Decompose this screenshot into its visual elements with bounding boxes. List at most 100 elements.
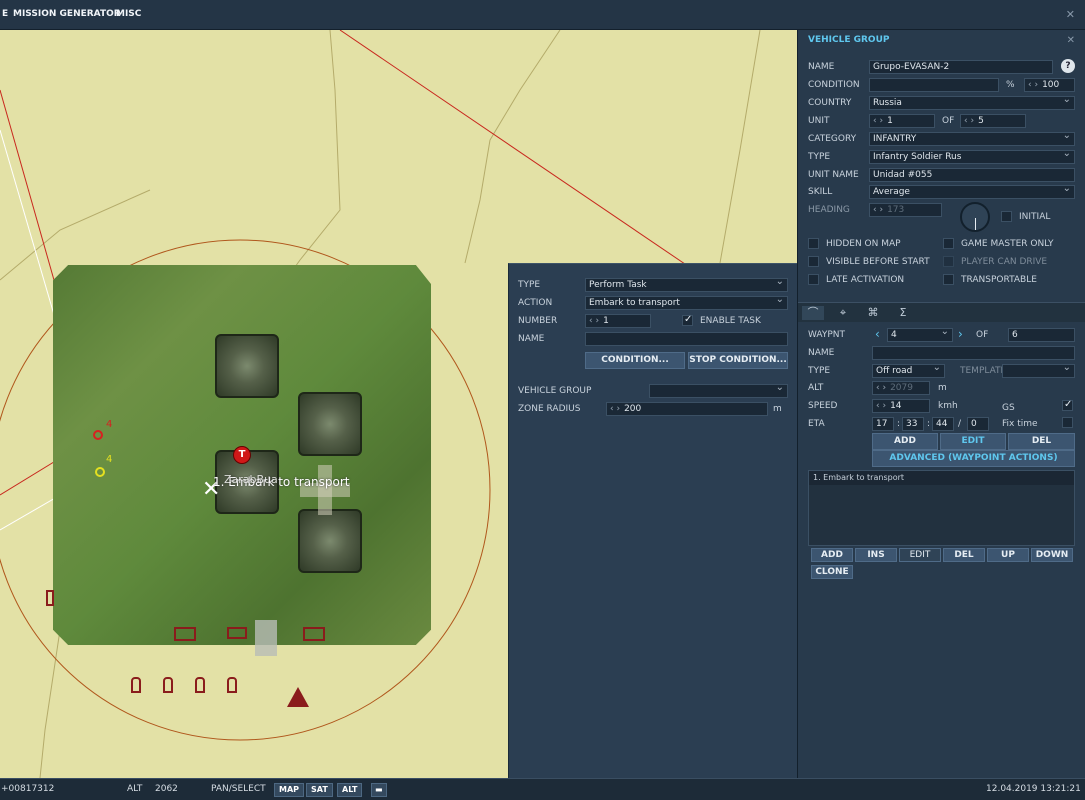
hidden-on-map-checkbox[interactable] bbox=[808, 238, 819, 249]
heading-value: 173 bbox=[887, 205, 905, 215]
waypoint-marker-yellow[interactable] bbox=[95, 467, 105, 477]
heading-dial[interactable] bbox=[960, 202, 990, 232]
list-item[interactable]: 1. Embark to transport bbox=[809, 471, 1074, 485]
hidden-on-map-label: HIDDEN ON MAP bbox=[826, 239, 901, 249]
category-select[interactable]: INFANTRY bbox=[869, 130, 1075, 146]
tab-payload-icon[interactable]: ⌘ bbox=[862, 306, 884, 320]
soldier-unit-icon[interactable] bbox=[195, 677, 205, 693]
player-can-drive-checkbox[interactable] bbox=[943, 256, 954, 267]
waypoint-add-button[interactable]: ADD bbox=[872, 433, 938, 450]
structure-icon bbox=[255, 620, 277, 656]
initial-checkbox[interactable] bbox=[1001, 211, 1012, 222]
action-del-button[interactable]: DEL bbox=[943, 548, 985, 562]
gs-checkbox[interactable] bbox=[1062, 399, 1073, 411]
vehicle-filter-icon[interactable]: ▬ bbox=[371, 783, 387, 797]
map-mode-button[interactable]: MAP bbox=[274, 783, 305, 797]
action-down-button[interactable]: DOWN bbox=[1031, 548, 1073, 562]
eta-hours[interactable]: 17 bbox=[872, 417, 894, 431]
fix-time-checkbox[interactable] bbox=[1062, 417, 1073, 428]
vehicle-group-select[interactable] bbox=[649, 382, 788, 398]
soldier-unit-icon[interactable] bbox=[163, 677, 173, 693]
transport-unit-icon[interactable]: T bbox=[233, 446, 251, 464]
action-edit-button[interactable]: EDIT bbox=[899, 548, 941, 562]
waypoint-del-button[interactable]: DEL bbox=[1008, 433, 1075, 450]
template-select[interactable] bbox=[1002, 362, 1075, 378]
tab-summary-icon[interactable]: Σ bbox=[892, 306, 914, 320]
advanced-waypoint-actions-button[interactable]: ADVANCED (WAYPOINT ACTIONS) bbox=[872, 450, 1075, 467]
panel-title: VEHICLE GROUP bbox=[808, 35, 890, 45]
zone-radius-label: ZONE RADIUS bbox=[518, 404, 581, 414]
type-select[interactable]: Infantry Soldier Rus bbox=[869, 148, 1075, 164]
alt-mode-button[interactable]: ALT bbox=[337, 783, 363, 797]
transportable-checkbox[interactable] bbox=[943, 274, 954, 285]
sam-unit-icon[interactable] bbox=[287, 687, 309, 707]
hardened-shelter bbox=[215, 334, 279, 398]
sat-mode-button[interactable]: SAT bbox=[306, 783, 333, 797]
stop-condition-button[interactable]: STOP CONDITION... bbox=[688, 352, 788, 369]
waypoint-type-label: TYPE bbox=[808, 366, 831, 376]
action-clone-button[interactable]: CLONE bbox=[811, 565, 853, 579]
speed-stepper[interactable]: ‹ › 14 bbox=[872, 399, 930, 413]
status-alt-value: 2062 bbox=[155, 784, 178, 794]
menu-item-mission-generator[interactable]: MISSION GENERATOR bbox=[13, 9, 121, 19]
zone-radius-stepper[interactable]: ‹ › 200 bbox=[606, 402, 768, 416]
task-panel: TYPE Perform Task ACTION Embark to trans… bbox=[508, 263, 797, 778]
skill-label: SKILL bbox=[808, 187, 833, 197]
eta-separator: / bbox=[958, 419, 962, 429]
visible-before-start-checkbox[interactable] bbox=[808, 256, 819, 267]
eta-days[interactable]: 0 bbox=[967, 417, 989, 431]
condition-input[interactable] bbox=[869, 78, 999, 92]
waypoint-select[interactable]: 4 bbox=[887, 326, 953, 342]
task-name-input[interactable] bbox=[585, 332, 788, 346]
action-up-button[interactable]: UP bbox=[987, 548, 1029, 562]
action-add-button[interactable]: ADD bbox=[811, 548, 853, 562]
unit-stepper[interactable]: ‹ › 1 bbox=[869, 114, 935, 128]
waypoint-marker-red[interactable] bbox=[93, 430, 103, 440]
soldier-unit-icon[interactable] bbox=[227, 677, 237, 693]
waypoint-number-yellow: 4 bbox=[106, 454, 113, 465]
late-activation-checkbox[interactable] bbox=[808, 274, 819, 285]
unit-icon[interactable] bbox=[46, 590, 54, 606]
enable-task-checkbox[interactable] bbox=[682, 314, 693, 326]
heading-stepper[interactable]: ‹ › 173 bbox=[869, 203, 942, 217]
task-action-select[interactable]: Embark to transport bbox=[585, 294, 788, 310]
help-icon[interactable]: ? bbox=[1061, 59, 1075, 73]
visible-before-start-label: VISIBLE BEFORE START bbox=[826, 257, 930, 267]
waypoint-type-select[interactable]: Off road bbox=[872, 362, 945, 378]
eta-minutes[interactable]: 33 bbox=[902, 417, 924, 431]
vehicle-group-label: VEHICLE GROUP bbox=[518, 386, 592, 396]
close-icon[interactable]: ✕ bbox=[1067, 35, 1075, 46]
waypoint-edit-button[interactable]: EDIT bbox=[940, 433, 1006, 450]
tab-route-icon[interactable]: ⌒ bbox=[802, 306, 824, 320]
player-can-drive-label: PLAYER CAN DRIVE bbox=[961, 257, 1048, 267]
group-name-input[interactable]: Grupo-EVASAN-2 bbox=[869, 60, 1053, 74]
country-label: COUNTRY bbox=[808, 98, 852, 108]
speed-label: SPEED bbox=[808, 401, 838, 411]
eta-seconds[interactable]: 44 bbox=[932, 417, 954, 431]
vehicle-unit-icon[interactable] bbox=[303, 627, 325, 641]
condition-stepper[interactable]: ‹ › 100 bbox=[1024, 78, 1075, 92]
condition-button[interactable]: CONDITION... bbox=[585, 352, 685, 369]
menu-item-misc[interactable]: MISC bbox=[116, 9, 141, 19]
menu-item-e[interactable]: E bbox=[2, 9, 8, 19]
game-master-only-checkbox[interactable] bbox=[943, 238, 954, 249]
unit-total-stepper[interactable]: ‹ › 5 bbox=[960, 114, 1026, 128]
action-ins-button[interactable]: INS bbox=[855, 548, 897, 562]
task-type-select[interactable]: Perform Task bbox=[585, 276, 788, 292]
tab-target-icon[interactable]: ⌖ bbox=[832, 306, 854, 320]
prev-waypoint-icon[interactable]: ‹ bbox=[875, 327, 880, 341]
next-waypoint-icon[interactable]: › bbox=[958, 327, 963, 341]
unit-name-input[interactable]: Unidad #055 bbox=[869, 168, 1075, 182]
waypoint-name-input[interactable] bbox=[872, 346, 1075, 360]
vehicle-unit-icon[interactable] bbox=[174, 627, 196, 641]
alt-stepper[interactable]: ‹ › 2079 bbox=[872, 381, 930, 395]
game-master-only-label: GAME MASTER ONLY bbox=[961, 239, 1054, 249]
close-icon[interactable]: ✕ bbox=[1066, 8, 1075, 21]
task-name-label: NAME bbox=[518, 334, 545, 344]
soldier-unit-icon[interactable] bbox=[131, 677, 141, 693]
coordinates-readout: +00817312 bbox=[1, 784, 55, 794]
task-number-stepper[interactable]: ‹ › 1 bbox=[585, 314, 651, 328]
skill-select[interactable]: Average bbox=[869, 183, 1075, 199]
vehicle-unit-icon[interactable] bbox=[227, 627, 247, 639]
country-select[interactable]: Russia bbox=[869, 94, 1075, 110]
